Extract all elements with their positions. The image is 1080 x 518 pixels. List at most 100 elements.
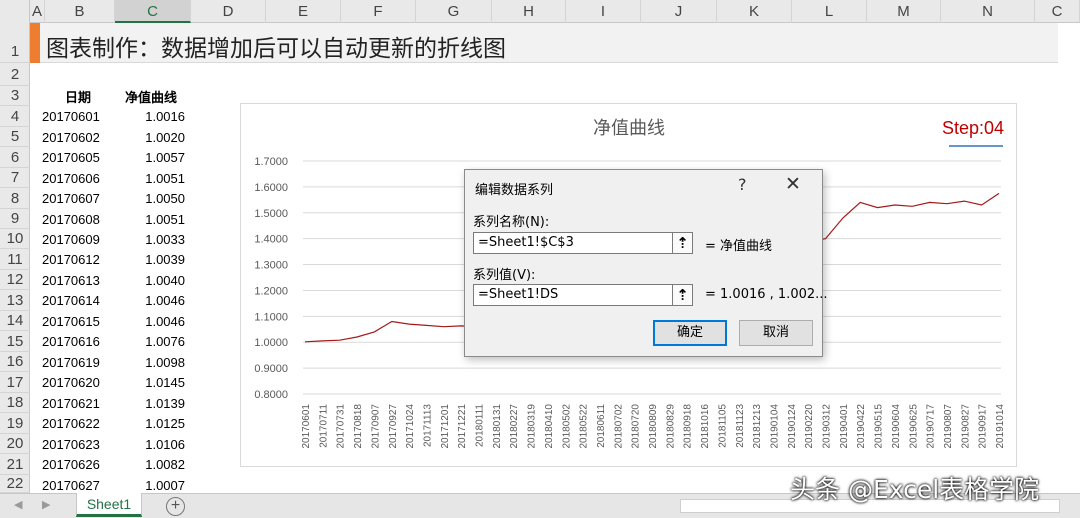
cancel-button[interactable]: 取消: [739, 320, 813, 346]
nav-value-cell[interactable]: 1.0046: [115, 293, 185, 308]
date-cell[interactable]: 20170602: [42, 130, 100, 145]
row-header-5[interactable]: 5: [0, 127, 30, 147]
row-header-13[interactable]: 13: [0, 290, 30, 311]
x-tick-label: 20190422: [856, 404, 867, 449]
column-header-g[interactable]: G: [416, 0, 492, 23]
row-header-4[interactable]: 4: [0, 106, 30, 127]
nav-value-cell[interactable]: 1.0039: [115, 252, 185, 267]
x-tick-label: 20180410: [544, 404, 555, 449]
row-header-7[interactable]: 7: [0, 168, 30, 188]
column-header-i[interactable]: I: [566, 0, 641, 23]
series-values-ref-button[interactable]: ⇡: [673, 284, 693, 306]
row-header-2[interactable]: 2: [0, 63, 30, 86]
row-header-8[interactable]: 8: [0, 188, 30, 209]
date-cell[interactable]: 20170619: [42, 355, 100, 370]
nav-value-cell[interactable]: 1.0125: [115, 416, 185, 431]
date-cell[interactable]: 20170621: [42, 396, 100, 411]
row-header-14[interactable]: 14: [0, 311, 30, 331]
nav-value-cell[interactable]: 1.0106: [115, 437, 185, 452]
column-header-e[interactable]: E: [266, 0, 341, 23]
column-header-f[interactable]: F: [341, 0, 416, 23]
row-header-9[interactable]: 9: [0, 209, 30, 229]
series-values-input[interactable]: =Sheet1!DS: [473, 284, 673, 306]
row-header-6[interactable]: 6: [0, 147, 30, 168]
date-cell[interactable]: 20170613: [42, 273, 100, 288]
series-name-input[interactable]: =Sheet1!$C$3: [473, 232, 673, 254]
date-cell[interactable]: 20170608: [42, 212, 100, 227]
row-header-15[interactable]: 15: [0, 331, 30, 352]
nav-value-cell[interactable]: 1.0051: [115, 171, 185, 186]
column-header-j[interactable]: J: [641, 0, 717, 23]
row-header-3[interactable]: 3: [0, 86, 30, 106]
date-cell[interactable]: 20170612: [42, 252, 100, 267]
row-header-20[interactable]: 20: [0, 434, 30, 454]
date-cell[interactable]: 20170627: [42, 478, 100, 493]
help-button[interactable]: ?: [738, 175, 747, 194]
series-name-ref-button[interactable]: ⇡: [673, 232, 693, 254]
add-sheet-icon[interactable]: +: [166, 497, 185, 516]
column-header-a[interactable]: A: [30, 0, 45, 23]
nav-value-cell[interactable]: 1.0016: [115, 109, 185, 124]
nav-value-cell[interactable]: 1.0051: [115, 212, 185, 227]
x-tick-label: 20190515: [874, 404, 885, 449]
column-header-k[interactable]: K: [717, 0, 792, 23]
row-header-16[interactable]: 16: [0, 352, 30, 372]
nav-value-cell[interactable]: 1.0046: [115, 314, 185, 329]
sheet-tab-sheet1[interactable]: Sheet1: [76, 493, 142, 517]
x-tick-label: 20171024: [405, 404, 416, 449]
column-header-b[interactable]: B: [45, 0, 115, 23]
column-header-d[interactable]: D: [191, 0, 266, 23]
nav-value-cell[interactable]: 1.0082: [115, 457, 185, 472]
row-header-22[interactable]: 22: [0, 475, 30, 493]
prev-sheet-icon[interactable]: ◀: [14, 498, 22, 511]
nav-value-cell[interactable]: 1.0033: [115, 232, 185, 247]
column-header-c[interactable]: C: [115, 0, 191, 23]
nav-value-cell[interactable]: 1.0050: [115, 191, 185, 206]
row-header-1[interactable]: 1: [0, 23, 30, 63]
nav-value-cell[interactable]: 1.0040: [115, 273, 185, 288]
date-cell[interactable]: 20170622: [42, 416, 100, 431]
nav-value-cell[interactable]: 1.0145: [115, 375, 185, 390]
select-all-corner[interactable]: [0, 0, 30, 23]
date-cell[interactable]: 20170626: [42, 457, 100, 472]
nav-value-cell[interactable]: 1.0057: [115, 150, 185, 165]
nav-value-cell[interactable]: 1.0098: [115, 355, 185, 370]
x-tick-label: 20170818: [353, 404, 364, 449]
step-label: Step:04: [942, 118, 1004, 138]
date-cell[interactable]: 20170606: [42, 171, 100, 186]
row-header-17[interactable]: 17: [0, 372, 30, 393]
y-tick-label: 1.6000: [254, 182, 288, 194]
x-tick-label: 20180522: [579, 404, 590, 449]
row-header-11[interactable]: 11: [0, 249, 30, 270]
column-header-l[interactable]: L: [792, 0, 867, 23]
date-cell[interactable]: 20170620: [42, 375, 100, 390]
date-cell[interactable]: 20170623: [42, 437, 100, 452]
date-cell[interactable]: 20170614: [42, 293, 100, 308]
date-cell[interactable]: 20170605: [42, 150, 100, 165]
ok-button[interactable]: 确定: [653, 320, 727, 346]
column-header-h[interactable]: H: [492, 0, 566, 23]
nav-value-cell[interactable]: 1.0020: [115, 130, 185, 145]
next-sheet-icon[interactable]: ▶: [42, 498, 50, 511]
date-cell[interactable]: 20170607: [42, 191, 100, 206]
nav-value-cell[interactable]: 1.0076: [115, 334, 185, 349]
row-header-19[interactable]: 19: [0, 413, 30, 434]
x-tick-label: 20190807: [943, 404, 954, 449]
column-header-m[interactable]: M: [867, 0, 941, 23]
date-cell[interactable]: 20170615: [42, 314, 100, 329]
date-cell[interactable]: 20170601: [42, 109, 100, 124]
nav-value-cell[interactable]: 1.0139: [115, 396, 185, 411]
row-header-12[interactable]: 12: [0, 270, 30, 290]
date-cell[interactable]: 20170616: [42, 334, 100, 349]
row-header-21[interactable]: 21: [0, 454, 30, 475]
row-header-10[interactable]: 10: [0, 229, 30, 249]
x-tick-label: 20170601: [301, 404, 312, 449]
column-header-c[interactable]: C: [1035, 0, 1080, 23]
close-button[interactable]: ✕: [785, 173, 801, 195]
column-header-n[interactable]: N: [941, 0, 1035, 23]
row-header-18[interactable]: 18: [0, 393, 30, 413]
nav-value-cell[interactable]: 1.0007: [115, 478, 185, 493]
date-cell[interactable]: 20170609: [42, 232, 100, 247]
x-tick-label: 20190124: [787, 404, 798, 449]
column-title-date: 日期: [65, 90, 92, 105]
